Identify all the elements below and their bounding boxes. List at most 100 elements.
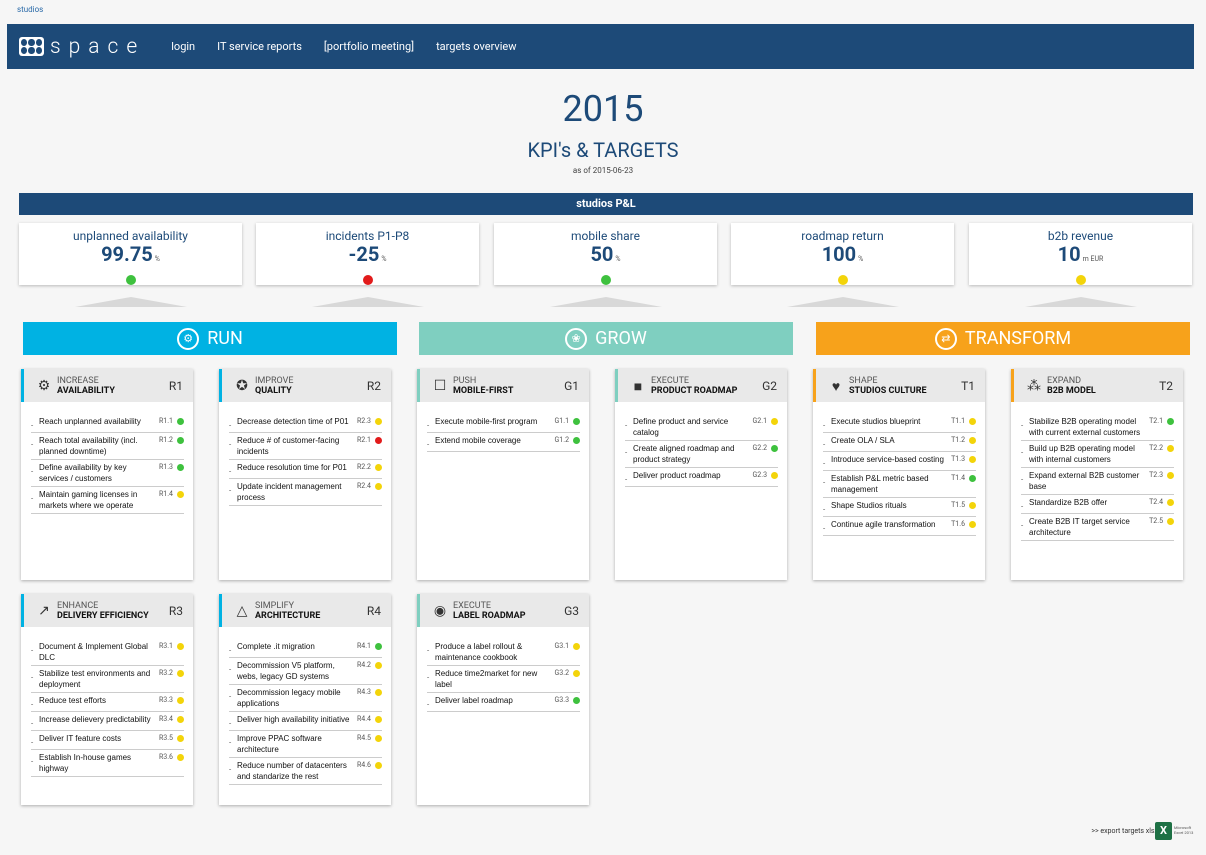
target-text: Deliver high availability initiative (237, 715, 350, 724)
target-text: Increase delievery predictability (39, 715, 151, 724)
status-dot (969, 502, 976, 509)
target-text: Update incident management process (237, 482, 342, 502)
category-transform: ⇄ TRANSFORM (816, 322, 1190, 355)
bullet-dash: - (625, 448, 628, 457)
target-card-g3[interactable]: ◉ EXECUTE LABEL ROADMAP G3- Produce a label … (417, 594, 589, 805)
card-title: DELIVERY EFFICIENCY (57, 611, 149, 621)
target-card-g2[interactable]: ■ EXECUTE PRODUCT ROADMAP G2- Define product… (615, 369, 787, 580)
status-dot (1167, 518, 1174, 525)
target-item[interactable]: - Reach unplanned availability R1.1 (31, 414, 184, 433)
target-card-r2[interactable]: ✪ IMPROVE QUALITY R2- Decrease detection tim… (219, 369, 391, 580)
status-dot (600, 275, 611, 285)
target-code: R4.2 (356, 661, 371, 669)
target-item[interactable]: - Deliver product roadmap G2.3 (625, 468, 778, 487)
card-verb: SIMPLIFY (255, 601, 295, 611)
target-item[interactable]: - Increase delievery predictability R3.4 (31, 712, 184, 731)
target-item[interactable]: - Stabilize test environments and deploym… (31, 666, 184, 693)
target-list: - Reach unplanned availability R1.1- Reach … (21, 402, 193, 514)
target-item[interactable]: - Decommission legacy mobile applications… (229, 685, 382, 712)
target-item[interactable]: - Shape Studios rituals T1.5 (823, 498, 976, 517)
nav-targets-overview[interactable]: targets overview (436, 40, 516, 53)
target-text: Continue agile transformation (831, 520, 936, 529)
target-item[interactable]: - Deliver label roadmap G3.3 (427, 693, 580, 712)
card-header: ↗ ENHANCE DELIVERY EFFICIENCY R3 (21, 594, 193, 627)
kpi-card[interactable]: incidents P1-P8 -25% (256, 223, 479, 285)
target-item[interactable]: - Stabilize B2B operating model with curr… (1021, 414, 1174, 441)
target-item[interactable]: - Reduce time2market for new label G3.2 (427, 666, 580, 693)
bullet-dash: - (229, 665, 232, 674)
excel-icon[interactable]: X (1155, 822, 1172, 840)
target-item[interactable]: - Establish P&L metric based management T1… (823, 471, 976, 498)
target-item[interactable]: - Decrease detection time of P01 R2.3 (229, 414, 382, 433)
target-list: - Complete .it migration R4.1- Decommission… (219, 627, 391, 785)
target-item[interactable]: - Decommission V5 platform, webs, legacy … (229, 658, 382, 685)
breadcrumb[interactable]: studios (17, 5, 43, 14)
target-item[interactable]: - Create OLA / SLA T1.2 (823, 433, 976, 452)
target-item[interactable]: - Reach total availability (incl. planned… (31, 433, 184, 460)
target-item[interactable]: - Maintain gaming licenses in markets whe… (31, 487, 184, 514)
target-card-t1[interactable]: ♥ SHAPE STUDIOS CULTURE T1- Execute studios … (813, 369, 985, 580)
target-item[interactable]: - Expand external B2B customer base T2.3 (1021, 468, 1174, 495)
target-item[interactable]: - Execute studios blueprint T1.1 (823, 414, 976, 433)
nav-login[interactable]: login (171, 40, 195, 53)
target-item[interactable]: - Create aligned roadmap and product stra… (625, 441, 778, 468)
kpi-number: 10 (1057, 242, 1081, 266)
pl-section-header: studios P&L (19, 193, 1193, 215)
target-item[interactable]: - Introduce service-based costing T1.3 (823, 452, 976, 471)
target-item[interactable]: - Complete .it migration R4.1 (229, 639, 382, 658)
status-dot (375, 483, 382, 490)
status-dot (837, 275, 848, 285)
status-dot (177, 418, 184, 425)
target-item[interactable]: - Produce a label rollout & maintenance c… (427, 639, 580, 666)
kpi-unit: % (615, 255, 621, 263)
target-card-r3[interactable]: ↗ ENHANCE DELIVERY EFFICIENCY R3 - Document &… (21, 594, 193, 805)
transform-icon: ⇄ (934, 327, 957, 350)
target-code: R2.4 (356, 482, 371, 490)
target-item[interactable]: - Build up B2B operating model with inter… (1021, 441, 1174, 468)
nav-portfolio-meeting[interactable]: [portfolio meeting] (324, 40, 414, 53)
bullet-dash: - (427, 421, 430, 430)
target-item[interactable]: - Extend mobile coverage G1.2 (427, 433, 580, 452)
target-item[interactable]: - Define availability by key services / c… (31, 460, 184, 487)
target-item[interactable]: - Create B2B IT target service architectu… (1021, 514, 1174, 541)
target-item[interactable]: - Deliver IT feature costs R3.5 (31, 731, 184, 750)
target-text: Stabilize B2B operating model with curre… (1029, 417, 1141, 437)
target-item[interactable]: - Update incident management process R2.4 (229, 479, 382, 506)
target-item[interactable]: - Document & Implement Global DLC R3.1 (31, 639, 184, 666)
target-item[interactable]: - Define product and service catalog G2.1 (625, 414, 778, 441)
target-item[interactable]: - Deliver high availability initiative R4.… (229, 712, 382, 731)
target-code: R1.3 (158, 463, 173, 471)
target-item[interactable]: - Reduce number of datacenters and standa… (229, 758, 382, 785)
kpi-number: 50 (590, 242, 614, 266)
kpi-card[interactable]: unplanned availability 99.75% (19, 223, 242, 285)
target-item[interactable]: - Execute mobile-first program G1.1 (427, 414, 580, 433)
status-dot (177, 716, 184, 723)
target-item[interactable]: - Reduce test efforts R3.3 (31, 693, 184, 712)
target-item[interactable]: - Improve PPAC software architecture R4.5 (229, 731, 382, 758)
target-item[interactable]: - Reduce resolution time for P01 R2.2 (229, 460, 382, 479)
kpi-card[interactable]: b2b revenue 10 m EUR (969, 223, 1192, 285)
status-dot (1075, 275, 1086, 285)
target-item[interactable]: - Reduce # of customer-facing incidents R2… (229, 433, 382, 460)
target-item[interactable]: - Establish In-house games highway R3.6 (31, 750, 184, 777)
status-dot (375, 662, 382, 669)
status-dot (573, 437, 580, 444)
logo[interactable]: space (19, 35, 145, 59)
kpi-pointer (550, 297, 662, 307)
plant-icon: ❀ (565, 327, 588, 350)
target-text: Reach total availability (incl. planned … (39, 436, 138, 456)
target-text: Execute mobile-first program (435, 417, 538, 426)
target-card-g1[interactable]: ☐ PUSH MOBILE-FIRST G1- Execute mobile-first… (417, 369, 589, 580)
target-card-t2[interactable]: ⁂ EXPAND B2B MODEL T2- Stabilize B2B operati… (1011, 369, 1183, 580)
kpi-card[interactable]: roadmap return 100% (731, 223, 954, 285)
target-card-r4[interactable]: △ SIMPLIFY ARCHITECTURE R4- Complete .it mig… (219, 594, 391, 805)
status-dot (969, 475, 976, 482)
export-link[interactable]: >> export targets xlsx (1091, 827, 1158, 835)
nav-it-service-reports[interactable]: IT service reports (217, 40, 302, 53)
target-card-r1[interactable]: ⚙ INCREASE AVAILABILITY R1- Reach unplanned … (21, 369, 193, 580)
kpi-number: 99.75 (101, 242, 153, 266)
kpi-label: b2b revenue (1047, 229, 1114, 243)
target-item[interactable]: - Continue agile transformation T1.6 (823, 517, 976, 536)
kpi-card[interactable]: mobile share 50% (494, 223, 717, 285)
target-item[interactable]: - Standardize B2B offer T2.4 (1021, 495, 1174, 514)
